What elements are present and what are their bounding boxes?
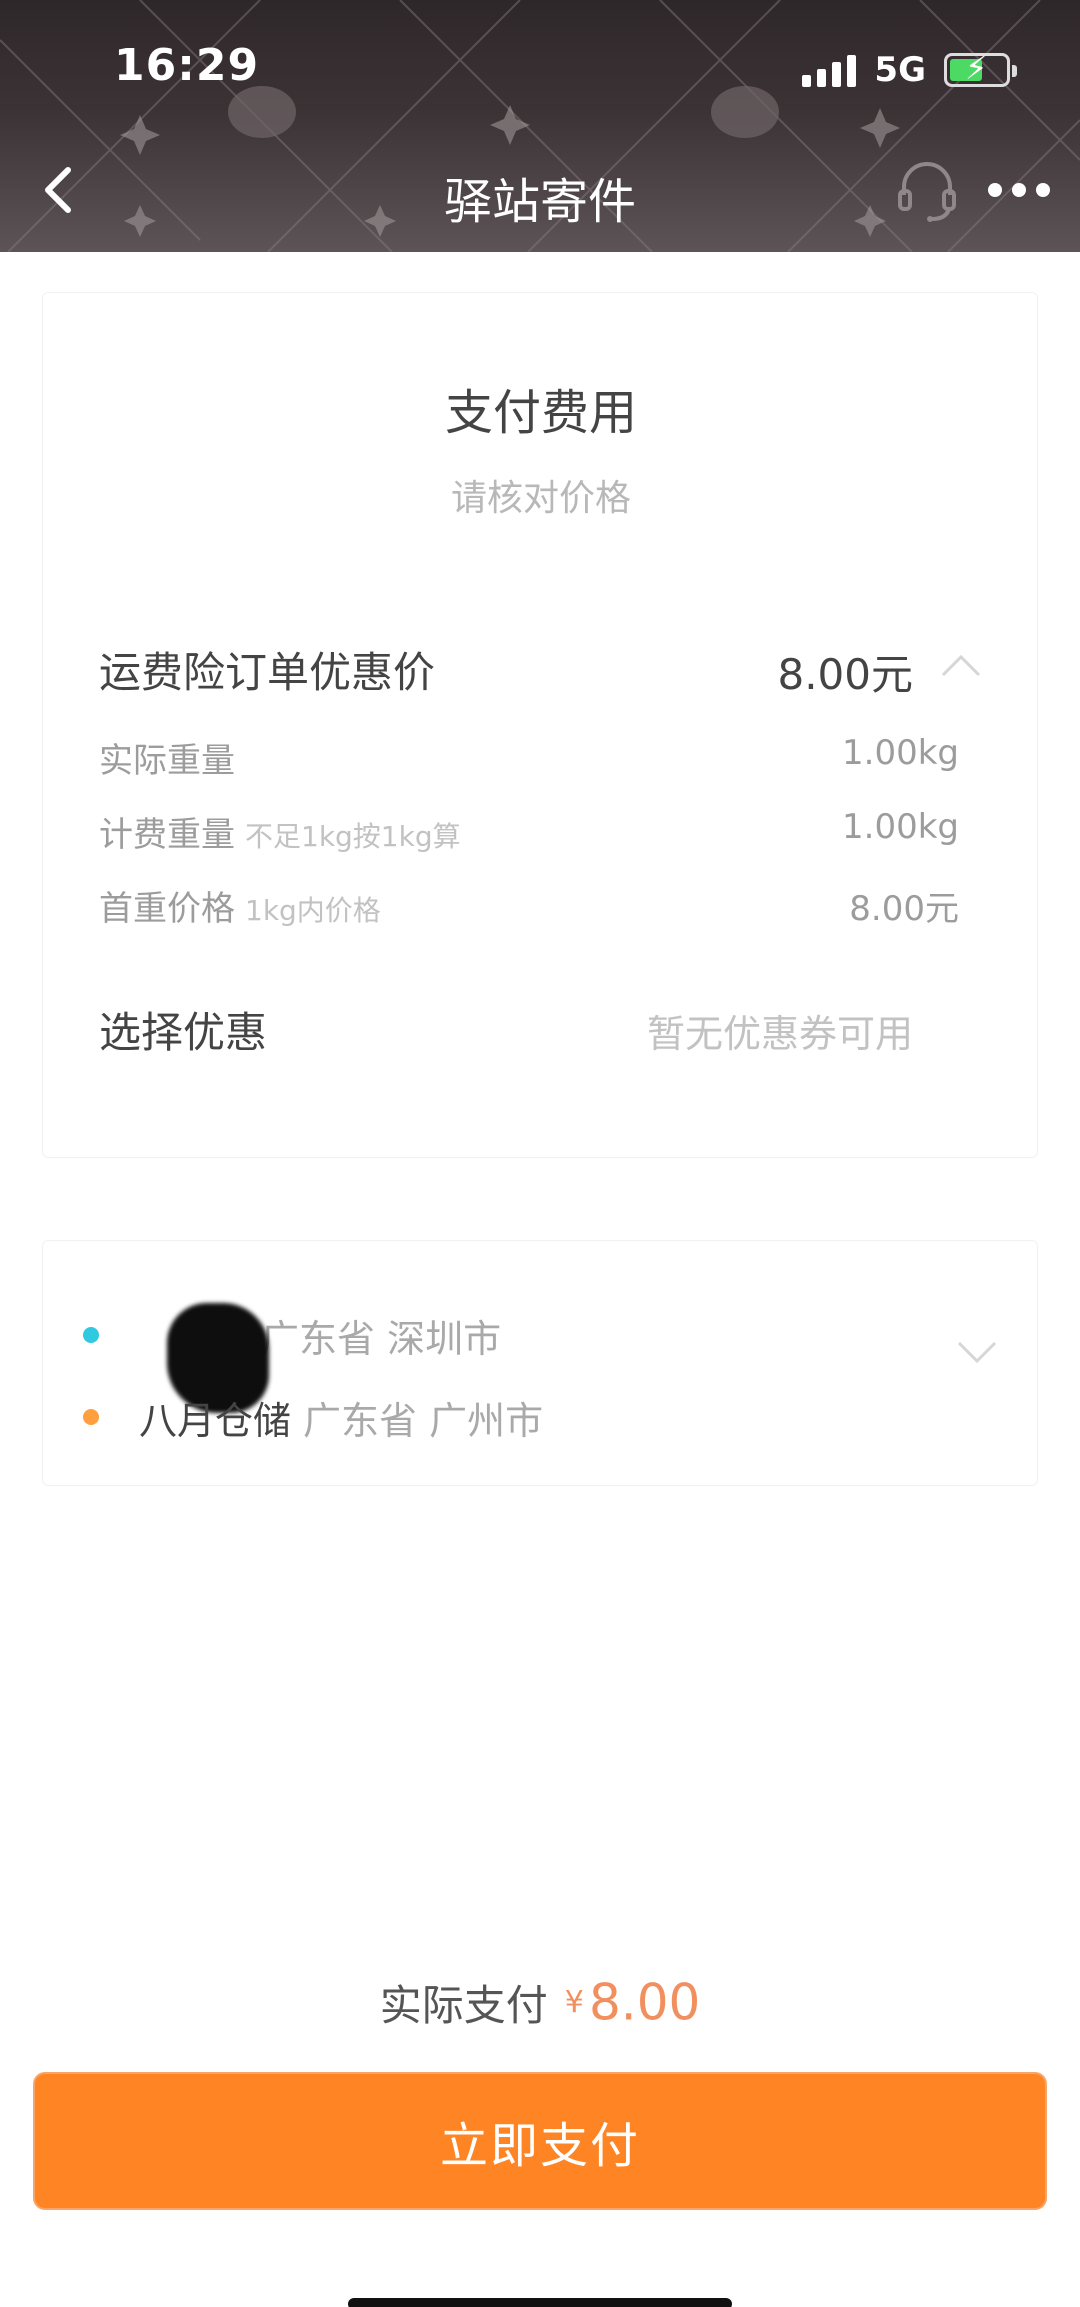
payment-summary: 实际支付 ¥ 8.00 [0,1972,1080,2033]
detail-note: 1kg内价格 [245,894,381,927]
battery-charging-icon: ⚡ [944,52,1017,87]
signal-icon [802,53,857,87]
network-type: 5G [874,50,926,90]
status-time: 16:29 [114,40,260,91]
fee-subtitle: 请核对价格 [450,478,631,519]
customer-service-icon[interactable] [892,155,962,225]
chevron-up-icon[interactable] [939,651,983,679]
receiver-name: 八月仓储 [139,1398,292,1443]
more-icon[interactable] [988,180,1050,200]
pay-now-button[interactable]: 立即支付 [33,2072,1047,2210]
status-icons: 5G ⚡ [802,50,1017,90]
route-card[interactable]: 广东省 深圳市 八月仓储 广东省 广州市 [42,1240,1038,1486]
discount-price-label: 运费险订单优惠价 [99,648,436,697]
app-header: 16:29 5G ⚡ 驿站寄件 [0,0,1080,252]
chevron-down-icon[interactable] [955,1339,999,1365]
detail-value: 8.00元 [849,889,959,929]
detail-label: 首重价格 [99,889,235,929]
discount-price-value: 8.00元 [777,650,913,699]
payment-label: 实际支付 [379,1981,548,2030]
sender-dot [83,1327,99,1343]
receiver-dot [83,1409,99,1425]
payment-amount: 8.00 [588,1973,701,2032]
sender-row: 广东省 深圳市 [83,1303,502,1413]
receiver-row: 八月仓储 广东省 广州市 [83,1391,543,1443]
fee-title: 支付费用 [444,385,637,441]
detail-row-billing-weight: 计费重量 不足1kg按1kg算 1.00kg [99,807,959,855]
receiver-address: 广东省 广州市 [303,1398,544,1443]
detail-row-actual-weight: 实际重量 1.00kg [99,733,959,781]
detail-value: 1.00kg [842,733,959,773]
detail-label: 实际重量 [99,741,235,781]
sender-address: 广东省 深圳市 [261,1316,502,1361]
detail-note: 不足1kg按1kg算 [245,820,461,853]
coupon-selector[interactable]: 暂无优惠券可用 [647,1003,913,1058]
payment-currency: ¥ [564,1985,584,2020]
detail-row-first-weight-price: 首重价格 1kg内价格 8.00元 [99,881,959,929]
coupon-label: 选择优惠 [99,1008,268,1057]
detail-value: 1.00kg [842,807,959,847]
detail-label: 计费重量 [99,815,235,855]
fee-card: 支付费用 请核对价格 运费险订单优惠价 8.00元 实际重量 1.00kg 计费… [42,292,1038,1158]
home-indicator [348,2298,732,2307]
